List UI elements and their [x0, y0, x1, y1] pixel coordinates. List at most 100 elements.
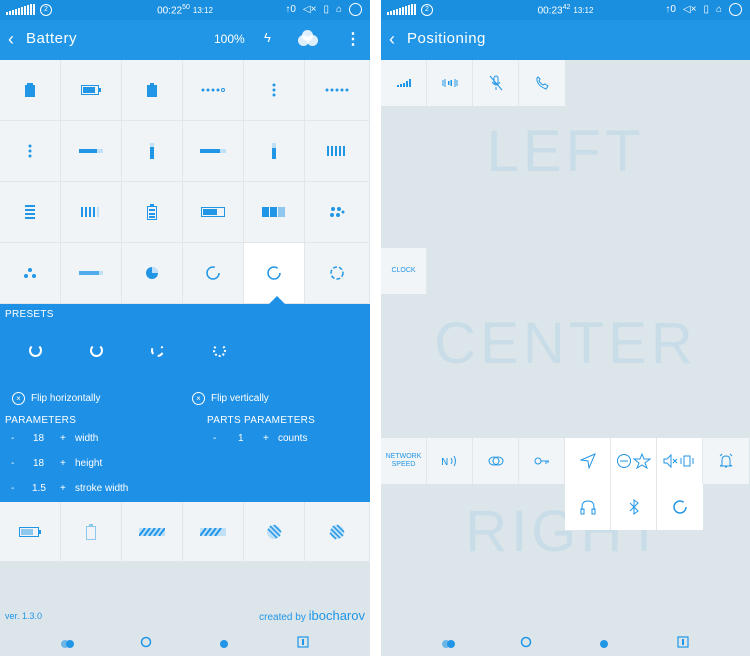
- app-bar: ‹ Battery 100% ϟ ⋮: [0, 20, 370, 60]
- style-battery-solid[interactable]: [122, 60, 183, 121]
- clock-item[interactable]: CLOCK: [381, 248, 427, 294]
- style-battery-lines[interactable]: [122, 182, 183, 243]
- style-segments[interactable]: [305, 121, 370, 182]
- color-circles-icon[interactable]: [298, 30, 320, 50]
- network-speed-item[interactable]: NETWORK SPEED: [381, 438, 427, 484]
- key-item[interactable]: [519, 438, 565, 484]
- preview-hatched-bar[interactable]: [122, 502, 183, 562]
- preset-2[interactable]: [90, 344, 103, 357]
- preview-hatched-bar-2[interactable]: [183, 502, 244, 562]
- nav-dot-icon[interactable]: [599, 636, 609, 654]
- style-arc[interactable]: [183, 243, 244, 304]
- height-plus-button[interactable]: +: [60, 458, 66, 469]
- battery-style-grid: [0, 60, 370, 304]
- bluetooth-item[interactable]: [611, 484, 657, 530]
- nav-multiwindow-icon[interactable]: [441, 636, 457, 654]
- style-bar-column[interactable]: [244, 121, 305, 182]
- parts-parameters-label: PARTS PARAMETERS: [207, 415, 316, 426]
- preset-3[interactable]: [151, 344, 164, 357]
- status-icons: ↑0 ◁× ▯ ⌂: [285, 3, 362, 16]
- style-dot-triangle[interactable]: [0, 243, 61, 304]
- flip-vertical-label[interactable]: Flip vertically: [211, 393, 269, 404]
- counts-value: 1: [238, 433, 244, 444]
- stroke-plus-button[interactable]: +: [60, 483, 66, 494]
- style-dots-long[interactable]: [305, 60, 370, 121]
- data-arrows-icon: ↑0: [285, 4, 296, 15]
- preview-hatched-circle-2[interactable]: [305, 502, 370, 562]
- flip-horizontal-label[interactable]: Flip horizontally: [31, 393, 100, 404]
- selection-caret: [269, 296, 285, 304]
- style-vertical-segments[interactable]: [61, 182, 122, 243]
- section-center-label: CENTER: [434, 311, 697, 376]
- nav-recents-icon[interactable]: [297, 635, 309, 653]
- version-text: ver. 1.3.0: [5, 611, 43, 621]
- style-bar-vertical[interactable]: [122, 121, 183, 182]
- width-plus-button[interactable]: +: [60, 433, 66, 444]
- battery-ring-icon: [729, 3, 742, 16]
- preview-hatched-circle[interactable]: [244, 502, 305, 562]
- preset-4[interactable]: [213, 344, 226, 357]
- stroke-value: 1.5: [32, 483, 46, 494]
- style-dashed-ring[interactable]: [305, 243, 370, 304]
- nav-bar: [381, 626, 750, 656]
- preview-battery-horizontal[interactable]: [0, 502, 61, 562]
- style-block-bar[interactable]: [183, 182, 244, 243]
- style-bar-wide[interactable]: [183, 121, 244, 182]
- width-minus-button[interactable]: -: [11, 433, 14, 444]
- call-item[interactable]: [519, 60, 565, 106]
- signal-bars-item[interactable]: [381, 60, 427, 106]
- style-battery-vertical[interactable]: [0, 60, 61, 121]
- nav-dot-icon[interactable]: [219, 636, 229, 654]
- style-dots-column[interactable]: [0, 121, 61, 182]
- battery-percent-toggle[interactable]: 100%: [214, 32, 245, 46]
- battery-circle-item[interactable]: [657, 484, 703, 530]
- nav-home-icon[interactable]: [520, 635, 532, 653]
- mic-off-item[interactable]: [473, 60, 519, 106]
- headphones-item[interactable]: [565, 484, 611, 530]
- nav-home-icon[interactable]: [140, 635, 152, 653]
- credit-text[interactable]: created by ibocharov: [259, 608, 365, 623]
- dnd-star-item[interactable]: [611, 438, 657, 484]
- preset-1[interactable]: [29, 344, 42, 357]
- app-bar: ‹ Positioning: [381, 20, 750, 60]
- style-block-segments[interactable]: [244, 182, 305, 243]
- page-title: Positioning: [407, 30, 486, 47]
- flip-vertical-icon[interactable]: ×: [192, 392, 205, 405]
- flip-horizontal-icon[interactable]: ×: [12, 392, 25, 405]
- vibrate-signal-item[interactable]: [427, 60, 473, 106]
- nav-recents-icon[interactable]: [677, 635, 689, 653]
- width-label: width: [75, 433, 99, 444]
- counts-plus-button[interactable]: +: [263, 433, 269, 444]
- charging-bolt-icon[interactable]: ϟ: [264, 30, 271, 45]
- counts-minus-button[interactable]: -: [213, 433, 216, 444]
- nfc-item[interactable]: N: [427, 438, 473, 484]
- mute-icon: ◁×: [302, 4, 317, 15]
- style-stacked-bars[interactable]: [0, 182, 61, 243]
- vibrate-icon: ▯: [323, 4, 329, 15]
- nav-multiwindow-icon[interactable]: [60, 636, 76, 654]
- alarm-icon: ⌂: [335, 4, 342, 15]
- mute-vibrate-item[interactable]: [657, 438, 703, 484]
- style-bar-thin[interactable]: [61, 121, 122, 182]
- link-item[interactable]: [473, 438, 519, 484]
- style-arc-selected[interactable]: [244, 243, 305, 304]
- style-dotted-bar[interactable]: [61, 243, 122, 304]
- alarm-item[interactable]: [703, 438, 749, 484]
- style-settings-panel: PRESETS × Flip horizontally × Flip verti…: [0, 296, 370, 502]
- location-item[interactable]: [565, 438, 611, 484]
- back-arrow-icon[interactable]: ‹: [8, 29, 14, 50]
- nav-bar: [0, 626, 370, 656]
- stroke-minus-button[interactable]: -: [11, 483, 14, 494]
- alarm-icon: ⌂: [715, 4, 722, 15]
- style-battery-horizontal[interactable]: [61, 60, 122, 121]
- style-dot-cluster[interactable]: [305, 182, 370, 243]
- style-dots-horizontal[interactable]: [183, 60, 244, 121]
- vibrate-icon: ▯: [703, 4, 709, 15]
- preview-battery-vertical[interactable]: [61, 502, 122, 562]
- overflow-menu-icon[interactable]: ⋮: [345, 29, 361, 49]
- height-minus-button[interactable]: -: [11, 458, 14, 469]
- screenshot-divider: [370, 0, 381, 656]
- back-arrow-icon[interactable]: ‹: [389, 29, 395, 50]
- style-dots-vertical[interactable]: [244, 60, 305, 121]
- style-pie[interactable]: [122, 243, 183, 304]
